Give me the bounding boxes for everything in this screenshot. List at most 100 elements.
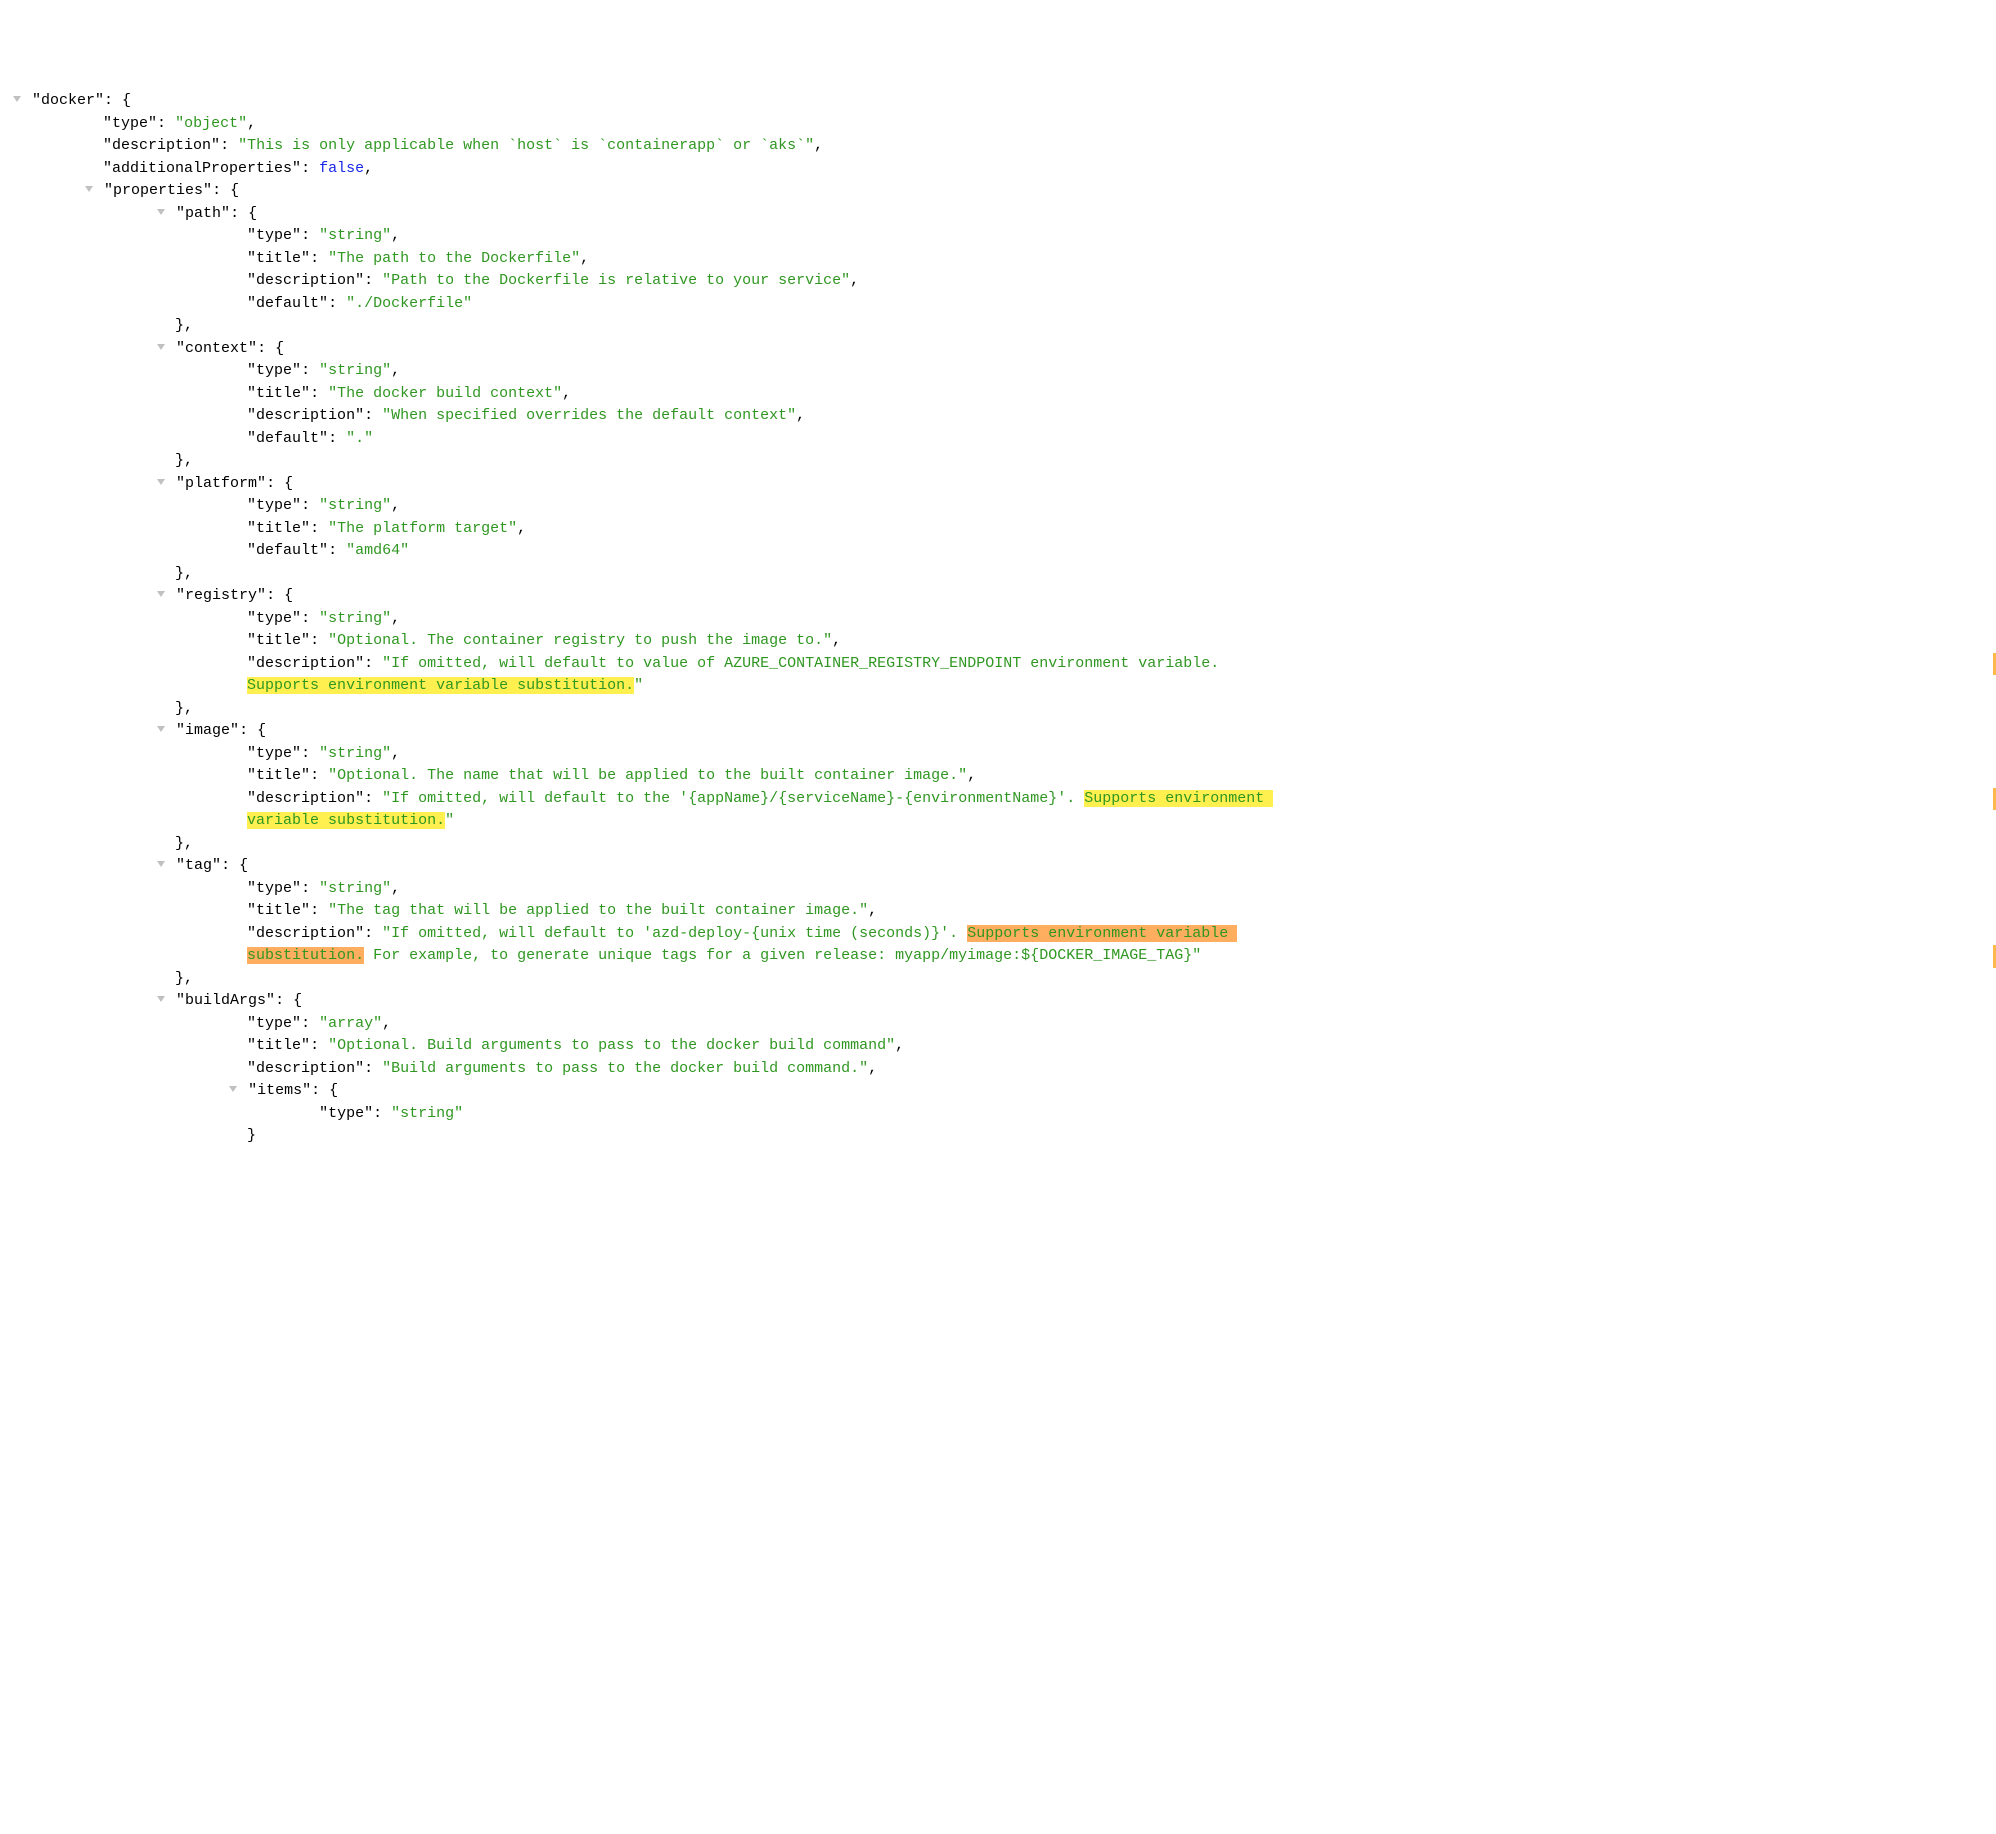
token: "title" [247, 1037, 310, 1054]
token: "type" [247, 227, 301, 244]
token: "Build arguments to pass to the docker b… [382, 1060, 868, 1077]
token: : [310, 902, 328, 919]
token: "type" [103, 115, 157, 132]
token: "This is only applicable when `host` is … [238, 137, 814, 154]
token: Supports environment variable substituti… [247, 677, 634, 694]
token: , [832, 632, 841, 649]
token: , [364, 160, 373, 177]
code-line: "type": "string", [4, 495, 1996, 518]
fold-arrow-icon[interactable] [157, 344, 165, 350]
token: " [445, 812, 454, 829]
token: "default" [247, 430, 328, 447]
fold-arrow-icon[interactable] [157, 861, 165, 867]
token: : [328, 295, 346, 312]
code-line: "type": "array", [4, 1013, 1996, 1036]
token: "type" [247, 745, 301, 762]
token: "Path to the Dockerfile is relative to y… [382, 272, 850, 289]
token: "default" [247, 295, 328, 312]
code-line: "type": "string", [4, 608, 1996, 631]
fold-arrow-icon[interactable] [13, 96, 21, 102]
token: , [391, 745, 400, 762]
code-line: "path": { [4, 203, 1996, 226]
token: : { [212, 182, 239, 199]
token: "context" [176, 340, 257, 357]
fold-arrow-icon[interactable] [85, 186, 93, 192]
token: For example, to generate unique tags for… [364, 947, 1201, 964]
token: "title" [247, 632, 310, 649]
fold-arrow-icon[interactable] [157, 591, 165, 597]
fold-arrow-icon[interactable] [157, 996, 165, 1002]
token: : [364, 272, 382, 289]
token: : [328, 430, 346, 447]
token: "If omitted, will default to 'azd-deploy… [382, 925, 967, 942]
code-line: "description": "If omitted, will default… [4, 788, 1996, 811]
token: , [895, 1037, 904, 1054]
token: : [310, 632, 328, 649]
token: substitution. [247, 947, 364, 964]
token: }, [175, 452, 193, 469]
token: : [364, 790, 382, 807]
code-line: } [4, 1125, 1996, 1148]
token: : [310, 1037, 328, 1054]
token: : [301, 745, 319, 762]
token: "description" [247, 655, 364, 672]
token: "The docker build context" [328, 385, 562, 402]
token: , [391, 880, 400, 897]
token: "The path to the Dockerfile" [328, 250, 580, 267]
fold-arrow-icon[interactable] [157, 726, 165, 732]
code-line: "type": "object", [4, 113, 1996, 136]
code-line: "type": "string" [4, 1103, 1996, 1126]
token: }, [175, 835, 193, 852]
token: , [517, 520, 526, 537]
token: : [301, 362, 319, 379]
code-line: "platform": { [4, 473, 1996, 496]
code-line: "description": "If omitted, will default… [4, 653, 1996, 676]
json-schema-editor: "docker": { "type": "object", "descripti… [4, 90, 1996, 1148]
token: "title" [247, 250, 310, 267]
fold-arrow-icon[interactable] [229, 1086, 237, 1092]
token: : [310, 385, 328, 402]
token: : { [266, 475, 293, 492]
token: "amd64" [346, 542, 409, 559]
token: "object" [175, 115, 247, 132]
code-line: "image": { [4, 720, 1996, 743]
code-line: "title": "Optional. Build arguments to p… [4, 1035, 1996, 1058]
token: " [634, 677, 643, 694]
token: "array" [319, 1015, 382, 1032]
token: "Optional. The name that will be applied… [328, 767, 967, 784]
token: "string" [319, 362, 391, 379]
token: : [220, 137, 238, 154]
token: "If omitted, will default to the '{appNa… [382, 790, 1084, 807]
token: "image" [176, 722, 239, 739]
token: : { [230, 205, 257, 222]
token: "description" [247, 1060, 364, 1077]
token: : { [266, 587, 293, 604]
token: Supports environment [1084, 790, 1273, 807]
token: "type" [247, 497, 301, 514]
fold-arrow-icon[interactable] [157, 479, 165, 485]
code-line: variable substitution." [4, 810, 1996, 833]
code-line: "title": "The platform target", [4, 518, 1996, 541]
token: "platform" [176, 475, 266, 492]
code-line: "context": { [4, 338, 1996, 361]
token: "Optional. The container registry to pus… [328, 632, 832, 649]
token: "string" [319, 745, 391, 762]
token: : { [257, 340, 284, 357]
code-line: "description": "Path to the Dockerfile i… [4, 270, 1996, 293]
token: "string" [319, 880, 391, 897]
token: "default" [247, 542, 328, 559]
token: "title" [247, 767, 310, 784]
token: "." [346, 430, 373, 447]
code-line: }, [4, 563, 1996, 586]
token: "description" [247, 272, 364, 289]
token: "type" [247, 880, 301, 897]
token: , [868, 1060, 877, 1077]
token: : [157, 115, 175, 132]
code-line: "additionalProperties": false, [4, 158, 1996, 181]
token: }, [175, 970, 193, 987]
fold-arrow-icon[interactable] [157, 209, 165, 215]
code-line: }, [4, 315, 1996, 338]
token: "description" [103, 137, 220, 154]
token: "type" [319, 1105, 373, 1122]
token: "If omitted, will default to value of AZ… [382, 655, 1228, 672]
